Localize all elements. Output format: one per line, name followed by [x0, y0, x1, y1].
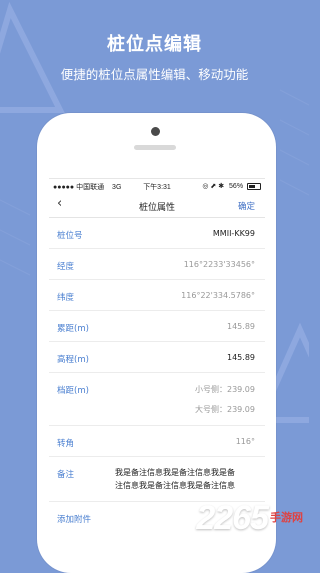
- phone-screen: ●●●●● 中国联通 3G 下午3:31 ◎ ⬈ ✱ 56% ‹ 桩位属性 确定…: [49, 178, 265, 551]
- field-angle[interactable]: 转角 116°: [49, 426, 265, 457]
- field-latitude[interactable]: 纬度 116°22'334.5786°: [49, 280, 265, 311]
- field-label: 经度: [57, 262, 75, 272]
- field-label: 档距(m): [57, 386, 89, 396]
- battery-icon: [247, 182, 261, 190]
- large-side-value: 大号侧：239.09: [195, 405, 255, 414]
- field-value: 116°: [235, 437, 255, 446]
- field-note[interactable]: 备注 我是备注信息我是备注信息我是备注信息我是备注信息我是备注信息: [49, 457, 265, 502]
- status-bar: ●●●●● 中国联通 3G 下午3:31 ◎ ⬈ ✱ 56%: [49, 179, 265, 193]
- camera-icon: [151, 127, 160, 136]
- promo-subtitle: 便捷的桩位点属性编辑、移动功能: [60, 67, 249, 82]
- note-text: 我是备注信息我是备注信息我是备注信息我是备注信息我是备注信息: [115, 468, 235, 490]
- field-value: 145.89: [227, 322, 255, 331]
- battery-percent: 56%: [229, 183, 244, 190]
- promo-title: 桩位点编辑: [107, 34, 202, 55]
- field-cumulative-distance[interactable]: 累距(m) 145.89: [49, 311, 265, 342]
- field-value: 116°2233'33456°: [183, 260, 255, 269]
- field-label: 转角: [57, 439, 75, 449]
- field-pile-no[interactable]: 桩位号 MMII-KK99: [49, 218, 265, 249]
- field-elevation[interactable]: 高程(m) 145.89: [49, 342, 265, 373]
- site-watermark: 2265 手游网: [196, 499, 303, 538]
- field-value: 145.89: [227, 353, 255, 362]
- field-label: 桩位号: [57, 231, 83, 241]
- field-label: 添加附件: [57, 515, 92, 525]
- field-value: 116°22'334.5786°: [181, 291, 255, 300]
- field-label: 高程(m): [57, 355, 89, 365]
- speaker-grille: [134, 145, 176, 150]
- field-label: 纬度: [57, 293, 75, 303]
- field-label: 累距(m): [57, 324, 89, 334]
- field-value: MMII-KK99: [212, 229, 255, 238]
- status-icons: ◎ ⬈ ✱: [202, 183, 225, 190]
- confirm-button[interactable]: 确定: [238, 200, 255, 212]
- field-label: 备注: [57, 470, 75, 480]
- field-span[interactable]: 档距(m) 小号侧：239.09 大号侧：239.09: [49, 373, 265, 426]
- small-side-value: 小号侧：239.09: [195, 385, 255, 394]
- nav-bar: ‹ 桩位属性 确定: [49, 193, 265, 218]
- field-longitude[interactable]: 经度 116°2233'33456°: [49, 249, 265, 280]
- page-title: 桩位属性: [138, 203, 175, 213]
- watermark-number: 2265: [196, 499, 269, 537]
- watermark-site: 手游网: [270, 512, 303, 524]
